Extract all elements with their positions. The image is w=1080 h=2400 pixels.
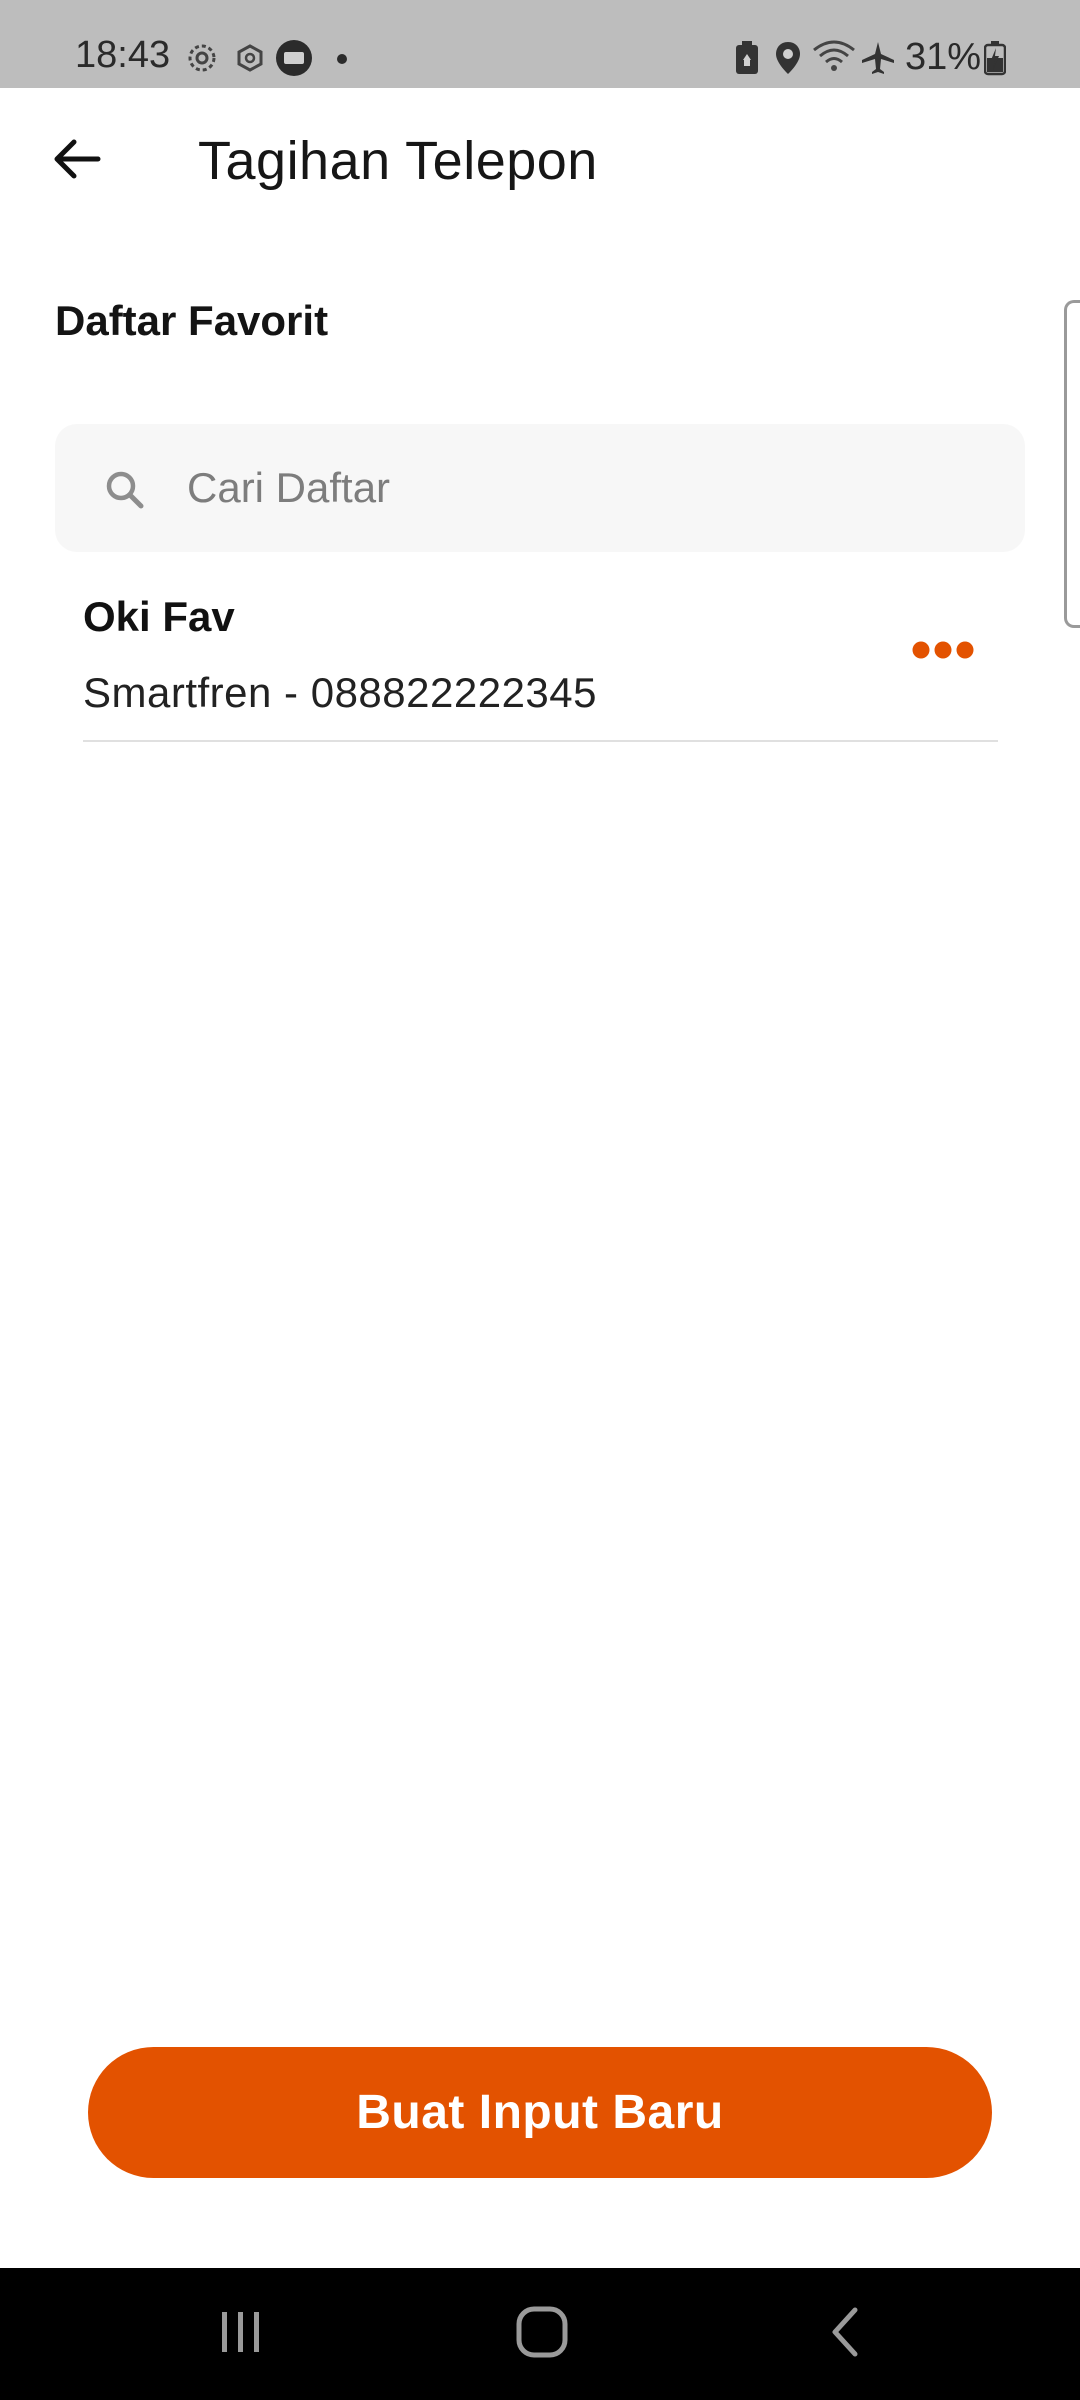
recent-apps-button[interactable] <box>196 2296 286 2372</box>
app-bar: Tagihan Telepon <box>0 88 1080 238</box>
favorite-detail: Smartfren - 088822222345 <box>83 669 598 716</box>
battery-saver-icon <box>734 40 760 81</box>
favorite-list-item[interactable]: Oki Fav Smartfren - 088822222345 <box>83 572 998 742</box>
airplane-icon <box>860 40 896 81</box>
battery-charging-icon <box>983 40 1007 81</box>
search-icon <box>101 466 149 514</box>
gear-outline-icon <box>234 42 266 79</box>
section-title: Daftar Favorit <box>55 297 329 344</box>
search-box[interactable] <box>55 424 1025 552</box>
page-title: Tagihan Telepon <box>198 131 598 191</box>
edge-panel-handle[interactable] <box>1064 300 1080 628</box>
back-button[interactable] <box>46 130 108 192</box>
battery-percentage: 31% <box>905 36 982 78</box>
nav-back-button[interactable] <box>800 2296 890 2372</box>
back-icon <box>825 2304 865 2365</box>
home-button[interactable] <box>497 2296 587 2372</box>
settings-gear-icon <box>186 42 218 79</box>
location-pin-icon <box>774 40 802 81</box>
more-horizontal-icon <box>911 639 975 666</box>
home-icon <box>514 2304 570 2365</box>
search-input[interactable] <box>187 424 987 552</box>
status-bar: 18:43 31% <box>0 0 1080 88</box>
chat-bubble-icon <box>274 38 314 83</box>
wifi-icon <box>812 38 856 79</box>
favorite-options-button[interactable] <box>901 624 985 680</box>
arrow-left-icon <box>52 137 102 186</box>
recent-apps-icon <box>216 2308 266 2361</box>
notification-dot-icon <box>336 52 348 70</box>
system-nav-bar <box>0 2268 1080 2400</box>
new-input-button[interactable]: Buat Input Baru <box>88 2047 992 2178</box>
favorite-name: Oki Fav <box>83 593 235 640</box>
status-time: 18:43 <box>75 34 171 76</box>
